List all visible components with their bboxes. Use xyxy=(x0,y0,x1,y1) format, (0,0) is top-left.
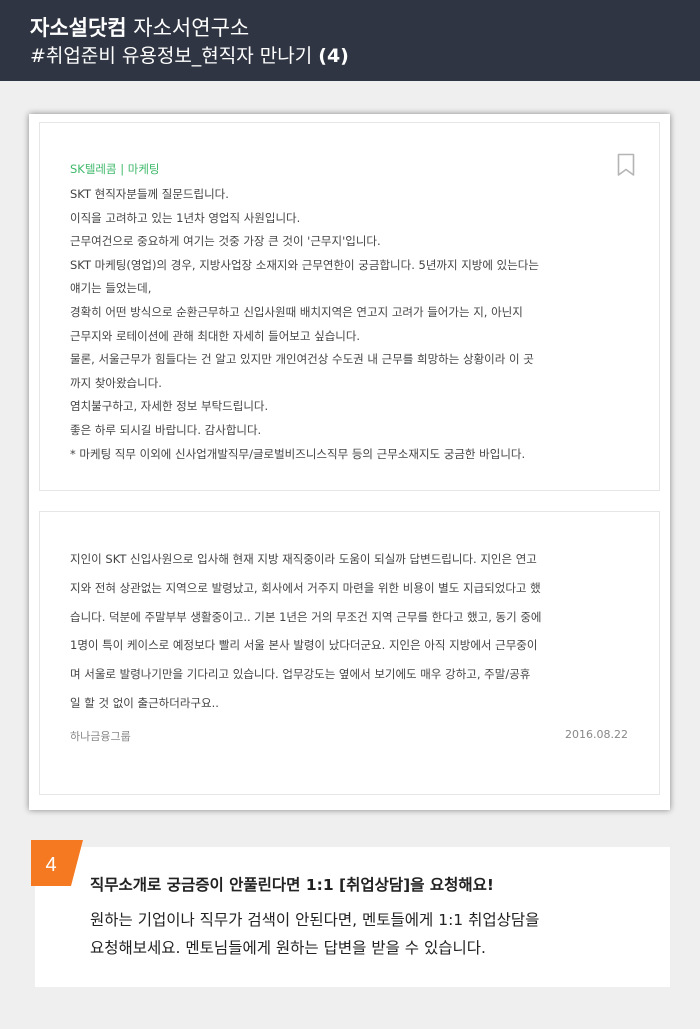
answer-source: 하나금융그룹 xyxy=(70,730,131,743)
question-line: 얘기는 들었는데, xyxy=(70,281,152,296)
tip-line: 원하는 기업이나 직무가 검색이 안된다면, 멘토들에게 1:1 취업상담을 xyxy=(90,911,540,929)
question-line: 좋은 하루 되시길 바랍니다. 감사합니다. xyxy=(70,422,262,437)
answer-line: 며 서울로 발령나기만을 기다리고 있습니다. 업무강도는 옆에서 보기에도 매… xyxy=(70,667,531,682)
answer-line: 지인이 SKT 신입사원으로 입사해 현재 지방 재직중이라 도움이 되실까 답… xyxy=(70,552,537,566)
question-line: 근무여건으로 중요하게 여기는 것중 가장 큰 것이 '근무지'입니다. xyxy=(70,234,381,249)
page-header: 자소설닷컴 자소서연구소 #취업준비 유용정보_현직자 만나기 (4) xyxy=(0,0,700,81)
question-line: 까지 찾아왔습니다. xyxy=(70,375,162,390)
tip-line: 요청해보세요. 멘토님들에게 원하는 답변을 받을 수 있습니다. xyxy=(90,939,486,957)
question-line: 근무지와 로테이션에 관해 최대한 자세히 들어보고 싶습니다. xyxy=(70,328,361,343)
answer-date: 2016.08.22 xyxy=(565,728,628,741)
question-line: 이직을 고려하고 있는 1년차 영업직 사원입니다. xyxy=(70,210,301,225)
step-number: 4 xyxy=(45,854,56,876)
tip-title: 직무소개로 궁금증이 안풀린다면 1:1 [취업상담]을 요청해요! xyxy=(90,876,494,894)
step-number-badge: 4 xyxy=(31,840,83,886)
screenshot-frame: SK텔레콤 | 마케팅 SKT 현직자분들께 질문드립니다. 이직을 고려하고 … xyxy=(29,114,670,810)
question-line: 염치불구하고, 자세한 정보 부탁드립니다. xyxy=(70,399,269,414)
question-line: SKT 마케팅(영업)의 경우, 지방사업장 소재지와 근무연한이 궁금합니다.… xyxy=(70,257,539,272)
question-body: SKT 현직자분들께 질문드립니다. 이직을 고려하고 있는 1년차 영업직 사… xyxy=(70,183,640,466)
answer-line: 일 할 것 없이 출근하더라구요.. xyxy=(70,695,219,710)
question-line: SKT 현직자분들께 질문드립니다. xyxy=(70,187,229,201)
question-company[interactable]: SK텔레콤 | 마케팅 xyxy=(70,161,160,177)
answer-line: 습니다. 덕분에 주말부부 생활중이고.. 기본 1년은 거의 무조건 지역 근… xyxy=(70,609,542,624)
header-series-line: #취업준비 유용정보_현직자 만나기 (4) xyxy=(30,42,700,70)
question-line: 경확히 어떤 방식으로 순환근무하고 신입사원때 배치지역은 연고지 고려가 들… xyxy=(70,304,523,319)
question-line: * 마케팅 직무 이외에 신사업개발직무/글로벌비즈니스직무 등의 근무소재지도… xyxy=(70,446,526,461)
tip-description: 원하는 기업이나 직무가 검색이 안된다면, 멘토들에게 1:1 취업상담을 요… xyxy=(90,906,539,962)
answer-line: 1명이 특이 케이스로 예정보다 빨리 서울 본사 발령이 났다더군요. 지인은… xyxy=(70,638,538,653)
series-number: (4) xyxy=(318,45,349,67)
header-title-line: 자소설닷컴 자소서연구소 xyxy=(30,14,700,42)
header-subtitle: 자소서연구소 xyxy=(133,16,250,40)
answer-line: 지와 전혀 상관없는 지역으로 발령났고, 회사에서 거주지 마련을 위한 비용… xyxy=(70,580,541,595)
brand-name: 자소설닷컴 xyxy=(30,16,127,40)
tip-box: 직무소개로 궁금증이 안풀린다면 1:1 [취업상담]을 요청해요! 원하는 기… xyxy=(35,847,670,987)
question-card: SK텔레콤 | 마케팅 SKT 현직자분들께 질문드립니다. 이직을 고려하고 … xyxy=(39,122,660,491)
answer-card: 지인이 SKT 신입사원으로 입사해 현재 지방 재직중이라 도움이 되실까 답… xyxy=(39,511,660,795)
answer-body: 지인이 SKT 신입사원으로 입사해 현재 지방 재직중이라 도움이 되실까 답… xyxy=(70,545,640,718)
bookmark-icon[interactable] xyxy=(617,153,635,177)
series-title: #취업준비 유용정보_현직자 만나기 xyxy=(30,45,313,67)
question-line: 물론, 서울근무가 힘들다는 건 알고 있지만 개인여건상 수도권 내 근무를 … xyxy=(70,352,534,367)
